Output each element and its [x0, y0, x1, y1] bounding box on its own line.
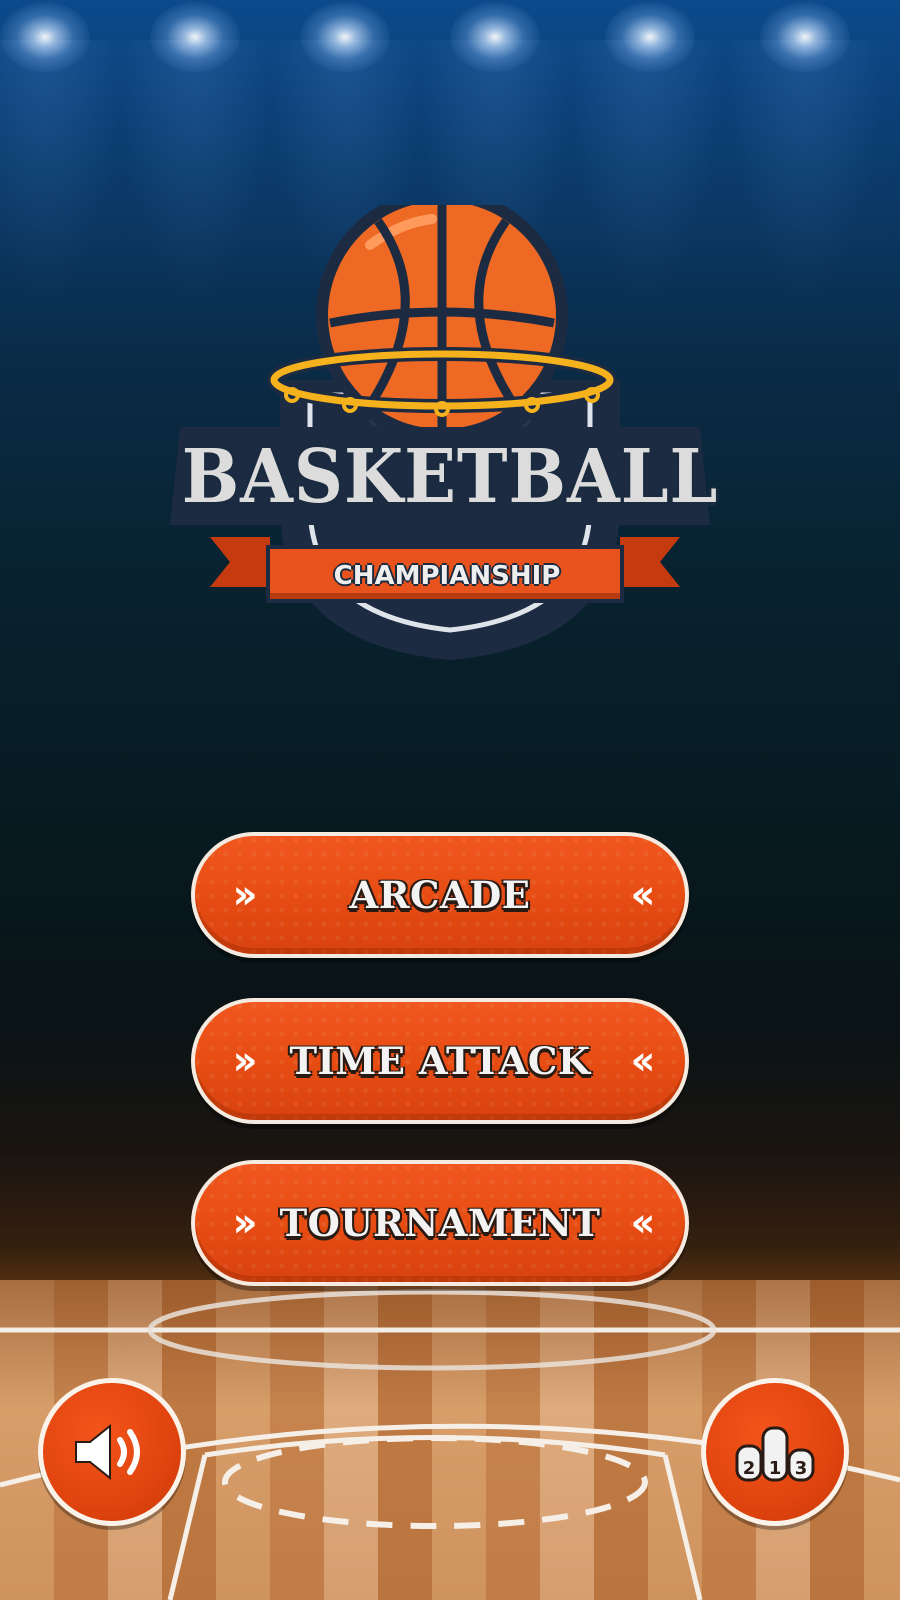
- podium-second-digit: 2: [743, 1458, 756, 1479]
- spotlight-icon: [760, 2, 850, 72]
- chevron-left-icon: ‹‹: [630, 872, 656, 918]
- spotlight-icon: [300, 2, 390, 72]
- game-menu-screen: BASKETBALL CHAMPIANSHIP ›› ARCADE ‹‹ ›› …: [0, 0, 900, 1600]
- time-attack-label: TIME ATTACK: [289, 1039, 591, 1083]
- chevron-right-icon: ››: [232, 1038, 258, 1084]
- tournament-label: TOURNAMENT: [279, 1201, 601, 1245]
- leaderboard-button[interactable]: 2 1 3: [701, 1378, 849, 1526]
- chevron-left-icon: ‹‹: [630, 1200, 656, 1246]
- spotlight-icon: [605, 2, 695, 72]
- podium-icon: 2 1 3: [735, 1426, 815, 1482]
- spotlight-icon: [0, 2, 90, 72]
- podium-first-digit: 1: [769, 1458, 782, 1479]
- time-attack-button[interactable]: ›› TIME ATTACK ‹‹: [191, 998, 689, 1124]
- chevron-right-icon: ››: [232, 1200, 258, 1246]
- arcade-label: ARCADE: [349, 873, 531, 917]
- podium-third-digit: 3: [795, 1458, 808, 1479]
- chevron-left-icon: ‹‹: [630, 1038, 656, 1084]
- logo-subtitle: CHAMPIANSHIP: [333, 561, 561, 591]
- tournament-button[interactable]: ›› TOURNAMENT ‹‹: [191, 1160, 689, 1286]
- arcade-button[interactable]: ›› ARCADE ‹‹: [191, 832, 689, 958]
- spotlight-icon: [150, 2, 240, 72]
- chevron-right-icon: ››: [232, 872, 258, 918]
- speaker-icon: [75, 1423, 140, 1481]
- sound-toggle-button[interactable]: [38, 1378, 186, 1526]
- logo-title: BASKETBALL: [181, 434, 719, 520]
- spotlight-icon: [450, 2, 540, 72]
